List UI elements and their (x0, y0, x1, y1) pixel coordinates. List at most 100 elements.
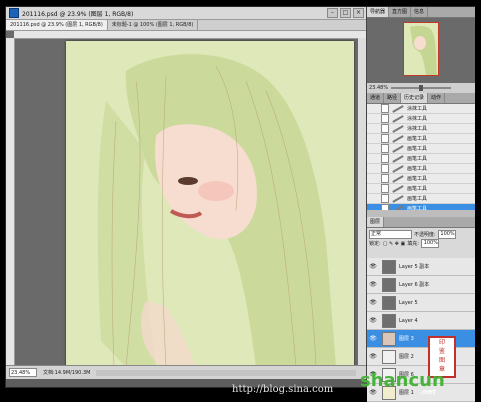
history-checkbox[interactable] (381, 124, 389, 133)
history-item[interactable]: 画笔工具 (367, 174, 475, 184)
history-item[interactable]: 画笔工具 (367, 184, 475, 194)
navigator-zoom-slider[interactable] (391, 85, 452, 91)
layer-row[interactable]: 👁 Layer 6 副本 (367, 276, 475, 294)
navigator-preview[interactable] (367, 18, 475, 83)
tab-history[interactable]: 历史记录 (401, 93, 429, 103)
history-item[interactable]: 画笔工具 (367, 134, 475, 144)
history-checkbox[interactable] (381, 174, 389, 183)
layer-thumbnail (382, 331, 396, 346)
history-checkbox[interactable] (381, 154, 389, 163)
brush-icon (392, 124, 404, 133)
tab-document-2[interactable]: 未标题-1 @ 100% (图层 1, RGB/8) (108, 20, 199, 30)
maximize-icon[interactable]: □ (340, 8, 351, 18)
eye-icon[interactable]: 👁 (367, 281, 379, 288)
navigator-thumbnail[interactable] (403, 22, 439, 76)
history-checkbox[interactable] (381, 164, 389, 173)
tab-paths[interactable]: 路径 (384, 93, 402, 103)
brush-icon (392, 174, 404, 183)
lock-label: 锁定: (369, 241, 381, 247)
document-canvas[interactable] (66, 41, 354, 367)
layer-name: Layer 6 副本 (399, 282, 430, 288)
brush-icon (392, 194, 404, 203)
brush-icon (392, 164, 404, 173)
eye-icon[interactable]: 👁 (367, 335, 379, 342)
tab-layers[interactable]: 图层 (367, 217, 385, 227)
history-item-label: 画笔工具 (407, 166, 428, 172)
history-checkbox[interactable] (381, 104, 389, 113)
history-item[interactable]: 涂抹工具 (367, 104, 475, 114)
brush-icon (392, 134, 404, 143)
history-item[interactable]: 画笔工具 (367, 194, 475, 204)
photoshop-logo-icon (9, 8, 19, 18)
document-title: 201116.psd @ 23.9% (图层 1, RGB/8) (22, 10, 134, 18)
lock-icon[interactable]: ▢ ✎ ✥ ▣ (383, 241, 406, 247)
history-item-label: 画笔工具 (407, 136, 428, 142)
minimize-icon[interactable]: – (327, 8, 338, 18)
history-item[interactable]: 涂抹工具 (367, 124, 475, 134)
tab-info[interactable]: 信息 (411, 7, 429, 17)
layer-row[interactable]: 👁 Layer 4 (367, 312, 475, 330)
layer-thumbnail (382, 277, 396, 292)
history-item-label: 涂抹工具 (407, 106, 428, 112)
tab-actions[interactable]: 动作 (428, 93, 446, 103)
layer-row[interactable]: 👁 Layer 5 (367, 294, 475, 312)
document-titlebar: 201116.psd @ 23.9% (图层 1, RGB/8) – □ × (6, 7, 366, 20)
layers-tabs: 图层 (367, 217, 475, 228)
close-icon[interactable]: × (353, 8, 364, 18)
layer-options: 正常 不透明度: 100% 锁定: ▢ ✎ ✥ ▣ 填充: 100% (367, 228, 475, 258)
history-item-label: 涂抹工具 (407, 116, 428, 122)
history-item[interactable]: 画笔工具 (367, 164, 475, 174)
zoom-field[interactable]: 23.48% (9, 368, 37, 377)
vertical-scrollbar[interactable] (358, 38, 366, 365)
history-list: 涂抹工具 涂抹工具 涂抹工具 画笔工具 画笔工具 画笔工具 画笔工具 画笔工具 画笔工具 画笔工具… (367, 104, 475, 210)
eye-icon[interactable]: 👁 (367, 263, 379, 270)
history-item-label: 画笔工具 (407, 186, 428, 192)
tab-channels[interactable]: 通道 (367, 93, 385, 103)
history-item-label: 画笔工具 (407, 176, 428, 182)
vertical-ruler (6, 38, 15, 365)
layer-row[interactable]: 👁 图层 2 (367, 348, 475, 366)
layer-name: Layer 5 副本 (399, 264, 430, 270)
fill-field[interactable]: 100% (420, 239, 439, 248)
history-item[interactable]: 涂抹工具 (367, 114, 475, 124)
tab-document-1[interactable]: 201116.psd @ 23.9% (图层 1, RGB/8) (6, 20, 108, 30)
opacity-field[interactable]: 100% (437, 230, 456, 239)
canvas-area[interactable] (6, 31, 366, 367)
history-item-label: 画笔工具 (407, 156, 428, 162)
history-checkbox[interactable] (381, 134, 389, 143)
navigator-zoom-value: 23.48% (369, 85, 389, 91)
tab-histogram[interactable]: 直方图 (389, 7, 412, 17)
brush-icon (392, 114, 404, 123)
horizontal-ruler (14, 31, 366, 39)
history-item-label: 画笔工具 (407, 196, 428, 202)
shancun-logo: shancun .net (360, 370, 445, 396)
history-item[interactable]: 画笔工具 (367, 154, 475, 164)
status-bar: 23.48% 文档:14.9M/190.3M (6, 365, 366, 379)
fill-label: 填充: (407, 241, 419, 247)
history-item-label: 画笔工具 (407, 206, 428, 210)
photoshop-window: 201116.psd @ 23.9% (图层 1, RGB/8) – □ × 2… (5, 6, 475, 402)
slider-knob[interactable] (419, 85, 424, 91)
brush-icon (392, 154, 404, 163)
blend-mode-select[interactable]: 正常 (369, 230, 412, 239)
layer-row[interactable]: 👁 Layer 5 副本 (367, 258, 475, 276)
history-item-label: 画笔工具 (407, 146, 428, 152)
illustration-girl (66, 41, 354, 367)
shancun-brand-sub: .net (420, 388, 436, 396)
tab-navigator[interactable]: 导航器 (367, 7, 390, 17)
history-checkbox[interactable] (381, 144, 389, 153)
history-item-label: 涂抹工具 (407, 126, 428, 132)
history-checkbox[interactable] (381, 204, 389, 210)
layer-row[interactable]: 👁 图层 3 (367, 330, 475, 348)
history-item[interactable]: 画笔工具 (367, 144, 475, 154)
history-checkbox[interactable] (381, 194, 389, 203)
eye-icon[interactable]: 👁 (367, 317, 379, 324)
history-checkbox[interactable] (381, 184, 389, 193)
layer-name: Layer 4 (399, 317, 418, 324)
history-checkbox[interactable] (381, 114, 389, 123)
panel-separator (367, 210, 475, 217)
eye-icon[interactable]: 👁 (367, 299, 379, 306)
layer-name: Layer 5 (399, 299, 418, 306)
horizontal-scrollbar[interactable] (96, 369, 356, 376)
eye-icon[interactable]: 👁 (367, 353, 379, 360)
